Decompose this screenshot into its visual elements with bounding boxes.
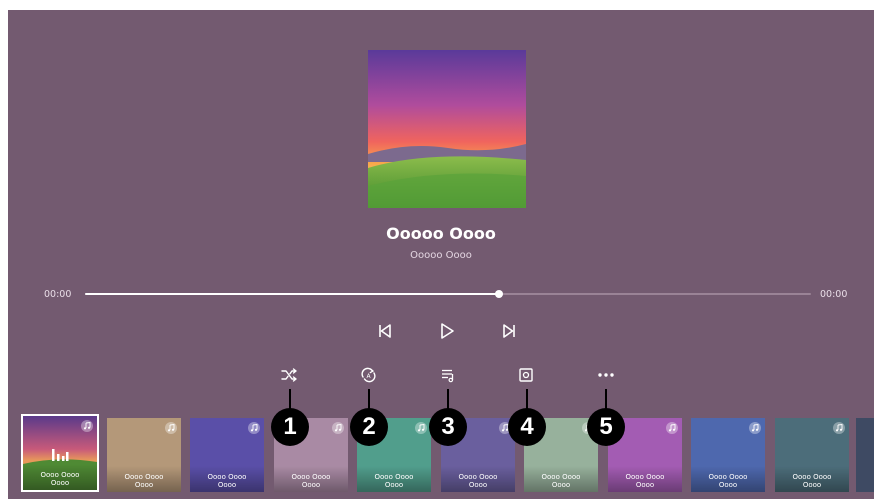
music-note-icon [666, 422, 678, 434]
card-label: Oooo Oooo Oooo [691, 473, 765, 489]
card-label-line: Oooo Oooo [625, 473, 665, 481]
music-note-icon [415, 422, 427, 434]
card-label: Oooo Oooo Oooo [107, 473, 181, 489]
card-label-line: Oooo Oooo [207, 473, 247, 481]
card-label-line: Oooo [635, 481, 655, 489]
card-label: Oooo Oooo Oooo [23, 471, 97, 487]
skip-next-icon[interactable] [499, 321, 519, 341]
shuffle-icon[interactable] [280, 366, 298, 384]
playlist-card[interactable]: Oooo Oooo Oooo [107, 418, 181, 492]
callout-4: 4 [508, 408, 546, 446]
repeat-icon[interactable]: A [359, 366, 377, 384]
music-note-icon [165, 422, 177, 434]
card-label-line: Oooo Oooo [124, 473, 164, 481]
card-label-line: Oooo [551, 481, 571, 489]
card-label-line: Oooo [802, 481, 822, 489]
callout-3: 3 [429, 408, 467, 446]
card-label-line: Oooo [217, 481, 237, 489]
card-label: Oooo Oooo Oooo [190, 473, 264, 489]
playlist-card[interactable]: Oooo Oooo Oooo [691, 418, 765, 492]
artist-name: Ooooo Oooo [410, 250, 472, 261]
music-note-icon [332, 422, 344, 434]
card-label: Oooo Oooo Oooo [274, 473, 348, 489]
card-label-line: Oooo [718, 481, 738, 489]
card-label: Oooo Oooo Oooo [775, 473, 849, 489]
progress-fill [85, 293, 499, 295]
music-note-icon [833, 422, 845, 434]
card-label-line: Oooo Oooo [708, 473, 748, 481]
music-note-icon [749, 422, 761, 434]
song-title: Ooooo Oooo [386, 224, 496, 243]
card-label-line: Oooo [301, 481, 321, 489]
card-label-line: Oooo [50, 479, 70, 487]
now-playing-equalizer-icon [51, 446, 69, 461]
playlist-card[interactable]: Oooo Oooo Oooo [775, 418, 849, 492]
card-label-line: Oooo [134, 481, 154, 489]
card-label-line: Oooo Oooo [458, 473, 498, 481]
card-label: Oooo Oooo Oooo [441, 473, 515, 489]
playlist-card[interactable]: Oooo Oooo Oooo [190, 418, 264, 492]
card-label-line: Oooo Oooo [374, 473, 414, 481]
callout-2: 2 [350, 408, 388, 446]
card-label-line: Oooo Oooo [792, 473, 832, 481]
progress-bar[interactable] [85, 290, 811, 298]
card-label-line: Oooo Oooo [291, 473, 331, 481]
screen-off-icon[interactable] [517, 366, 535, 384]
card-label: Oooo Oooo Oooo [524, 473, 598, 489]
play-icon[interactable] [437, 321, 457, 341]
playlist-icon[interactable] [439, 366, 457, 384]
music-note-icon [248, 422, 260, 434]
album-art [368, 50, 526, 208]
svg-text:A: A [366, 373, 371, 380]
callout-1: 1 [271, 408, 309, 446]
elapsed-time: 00:00 [44, 289, 72, 300]
card-label-line: Oooo Oooo [40, 471, 80, 479]
progress-thumb[interactable] [494, 290, 503, 298]
card-label-line: Oooo [468, 481, 488, 489]
playlist-card[interactable]: Oooo Oooo Oooo [21, 414, 99, 492]
more-icon[interactable] [596, 366, 616, 384]
skip-previous-icon[interactable] [375, 321, 395, 341]
callout-5: 5 [587, 408, 625, 446]
music-note-icon [81, 420, 93, 432]
card-label: Oooo Oooo Oooo [357, 473, 431, 489]
card-label-line: Oooo [384, 481, 404, 489]
card-label-line: Oooo Oooo [541, 473, 581, 481]
music-player-screen: Ooooo Oooo Ooooo Oooo 00:00 00:00 A Oooo… [8, 10, 874, 499]
card-label: Oooo Oooo Oooo [608, 473, 682, 489]
total-time: 00:00 [820, 289, 848, 300]
playlist-overflow-card[interactable] [856, 418, 874, 492]
